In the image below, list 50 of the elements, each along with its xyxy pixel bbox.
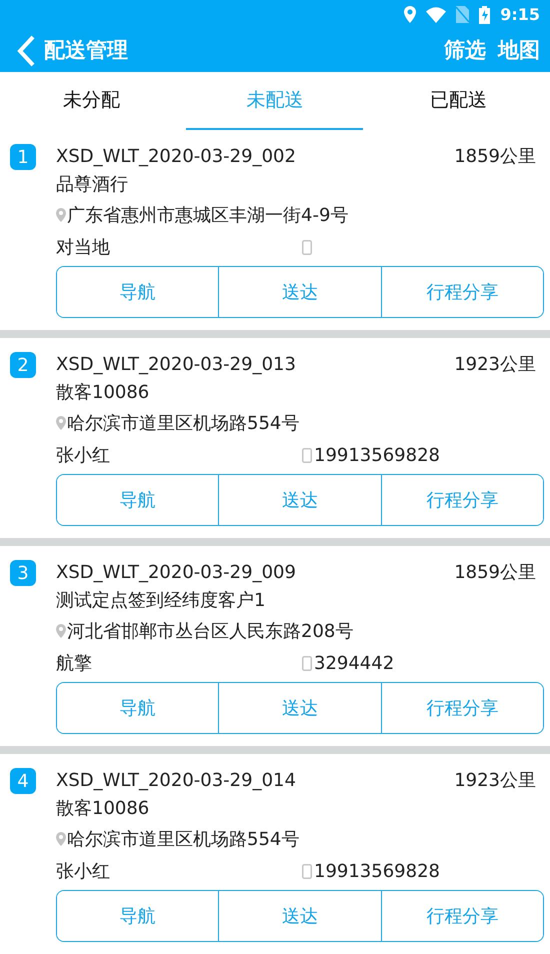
- action-button[interactable]: 行程分享: [380, 475, 543, 525]
- index-badge: 3: [10, 560, 36, 586]
- phone-icon: [302, 656, 312, 670]
- phone-icon: [302, 864, 312, 878]
- contact-name: 航擎: [56, 652, 93, 676]
- action-button[interactable]: 行程分享: [380, 891, 543, 941]
- distance: 1859公里: [454, 144, 536, 168]
- contact-name: 张小红: [56, 444, 111, 468]
- order-code: XSD_WLT_2020-03-29_002: [56, 144, 296, 168]
- customer-name: 散客10086: [56, 380, 150, 404]
- back-icon[interactable]: [16, 34, 36, 67]
- address: 哈尔滨市道里区机场路554号: [67, 828, 300, 852]
- action-button[interactable]: 行程分享: [380, 683, 543, 733]
- header-action[interactable]: 筛选: [444, 34, 486, 66]
- customer-name: 散客10086: [56, 796, 150, 820]
- phone-number: 19913569828: [314, 444, 440, 468]
- contact-name: 对当地: [56, 236, 111, 260]
- distance: 1859公里: [454, 560, 536, 584]
- order-code: XSD_WLT_2020-03-29_013: [56, 352, 296, 376]
- contact-name: 张小红: [56, 860, 111, 884]
- address: 广东省惠州市惠城区丰湖一街4-9号: [67, 204, 348, 228]
- phone-icon: [302, 448, 312, 462]
- distance: 1923公里: [454, 352, 536, 376]
- customer-name: 测试定点签到经纬度客户1: [56, 588, 266, 612]
- tab[interactable]: 未分配: [0, 72, 184, 130]
- location-pin-icon: [56, 832, 66, 846]
- order-code: XSD_WLT_2020-03-29_014: [56, 768, 296, 792]
- action-button[interactable]: 行程分享: [380, 267, 543, 317]
- status-time: 9:15: [500, 4, 540, 26]
- location-pin-icon: [56, 416, 66, 430]
- index-badge: 1: [10, 144, 36, 170]
- index-badge: 2: [10, 352, 36, 378]
- customer-name: 品尊酒行: [56, 172, 128, 196]
- phone-number: 3294442: [314, 652, 394, 676]
- location-icon: [404, 6, 416, 24]
- location-pin-icon: [56, 624, 66, 638]
- no-sim-icon: [456, 6, 470, 24]
- battery-charging-icon: [479, 6, 490, 24]
- phone-icon: [302, 240, 312, 254]
- phone-number: 19913569828: [314, 860, 440, 884]
- location-pin-icon: [56, 208, 66, 222]
- order-code: XSD_WLT_2020-03-29_009: [56, 560, 296, 584]
- tab[interactable]: 已配送: [366, 72, 550, 130]
- address: 哈尔滨市道里区机场路554号: [67, 412, 300, 436]
- header-action[interactable]: 地图: [498, 34, 540, 66]
- distance: 1923公里: [454, 768, 536, 792]
- page-title: 配送管理: [44, 36, 128, 64]
- index-badge: 4: [10, 768, 36, 794]
- address: 河北省邯郸市丛台区人民东路208号: [67, 620, 354, 644]
- wifi-icon: [426, 6, 446, 23]
